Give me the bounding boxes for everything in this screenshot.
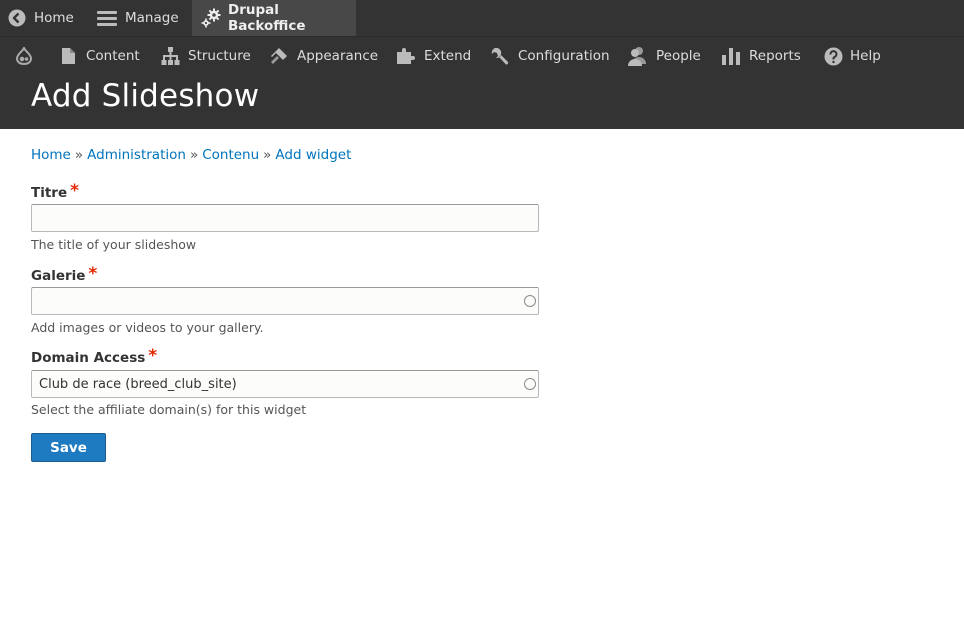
- tray-item-structure[interactable]: Structure: [161, 37, 251, 75]
- breadcrumb-separator: »: [189, 147, 199, 163]
- admin-tray: Content Structure Appearance Extend Conf…: [0, 36, 964, 74]
- titre-label-text: Titre: [31, 185, 68, 201]
- admin-toolbar: Home Manage Drupal Backoffice: [0, 0, 964, 36]
- breadcrumb-home[interactable]: Home: [31, 147, 71, 163]
- domain-access-description: Select the affiliate domain(s) for this …: [31, 402, 307, 417]
- toolbar-home-link[interactable]: Home: [8, 0, 74, 36]
- tray-item-appearance[interactable]: Appearance: [270, 37, 378, 75]
- domain-access-label: Domain Access *: [31, 346, 158, 367]
- tray-item-label: Content: [86, 48, 140, 64]
- tray-item-configuration[interactable]: Configuration: [490, 37, 610, 75]
- domain-access-autocomplete-input[interactable]: [31, 370, 539, 398]
- extend-icon: [396, 47, 416, 65]
- help-icon: [824, 47, 843, 66]
- domain-access-label-text: Domain Access: [31, 350, 146, 366]
- toolbar-site-tab[interactable]: Drupal Backoffice: [192, 0, 356, 36]
- toolbar-site-label: Drupal Backoffice: [228, 2, 306, 34]
- back-arrow-icon: [8, 9, 26, 27]
- titre-label: Titre *: [31, 181, 79, 202]
- toolbar-home-label: Home: [34, 10, 74, 26]
- people-icon: [627, 46, 648, 66]
- drupal-drop-icon: [16, 47, 32, 65]
- reports-icon: [721, 47, 741, 65]
- tray-item-extend[interactable]: Extend: [396, 37, 471, 75]
- page-title: Add Slideshow: [31, 78, 260, 114]
- tray-item-help[interactable]: Help: [824, 37, 881, 75]
- tray-item-label: Structure: [188, 48, 251, 64]
- galerie-label: Galerie *: [31, 264, 98, 285]
- save-button[interactable]: Save: [31, 433, 106, 462]
- tray-item-label: Help: [850, 48, 881, 64]
- titre-input[interactable]: [31, 204, 539, 232]
- required-marker: *: [88, 264, 98, 284]
- drupal-logo-link[interactable]: [16, 37, 32, 75]
- autocomplete-throbber-icon: [524, 295, 536, 307]
- galerie-autocomplete-input[interactable]: [31, 287, 539, 315]
- tray-item-label: Configuration: [518, 48, 610, 64]
- tray-item-label: Reports: [749, 48, 801, 64]
- required-marker: *: [148, 346, 158, 366]
- tray-item-content[interactable]: Content: [61, 37, 140, 75]
- wrench-icon: [490, 47, 510, 65]
- breadcrumb-separator: »: [74, 147, 84, 163]
- tray-item-label: People: [656, 48, 701, 64]
- galerie-label-text: Galerie: [31, 268, 86, 284]
- breadcrumb-contenu[interactable]: Contenu: [202, 147, 259, 163]
- hamburger-menu-icon: [97, 9, 117, 27]
- gears-icon: [201, 8, 222, 28]
- tray-item-people[interactable]: People: [627, 37, 701, 75]
- tray-item-label: Appearance: [297, 48, 379, 64]
- required-marker: *: [70, 181, 79, 201]
- page-header: Add Slideshow: [0, 74, 964, 129]
- breadcrumb: Home» Administration» Contenu» Add widget: [31, 147, 351, 163]
- appearance-icon: [270, 47, 289, 65]
- structure-icon: [161, 47, 180, 65]
- breadcrumb-add-widget[interactable]: Add widget: [275, 147, 351, 163]
- autocomplete-throbber-icon: [524, 378, 536, 390]
- tray-item-label: Extend: [424, 48, 472, 64]
- toolbar-manage-label: Manage: [125, 10, 179, 26]
- toolbar-manage-tab[interactable]: Manage: [97, 0, 179, 36]
- content-icon: [61, 47, 76, 65]
- breadcrumb-separator: »: [263, 147, 272, 163]
- breadcrumb-administration[interactable]: Administration: [87, 147, 186, 163]
- tray-item-reports[interactable]: Reports: [721, 37, 801, 75]
- titre-description: The title of your slideshow: [31, 237, 197, 252]
- galerie-description: Add images or videos to your gallery.: [31, 320, 264, 335]
